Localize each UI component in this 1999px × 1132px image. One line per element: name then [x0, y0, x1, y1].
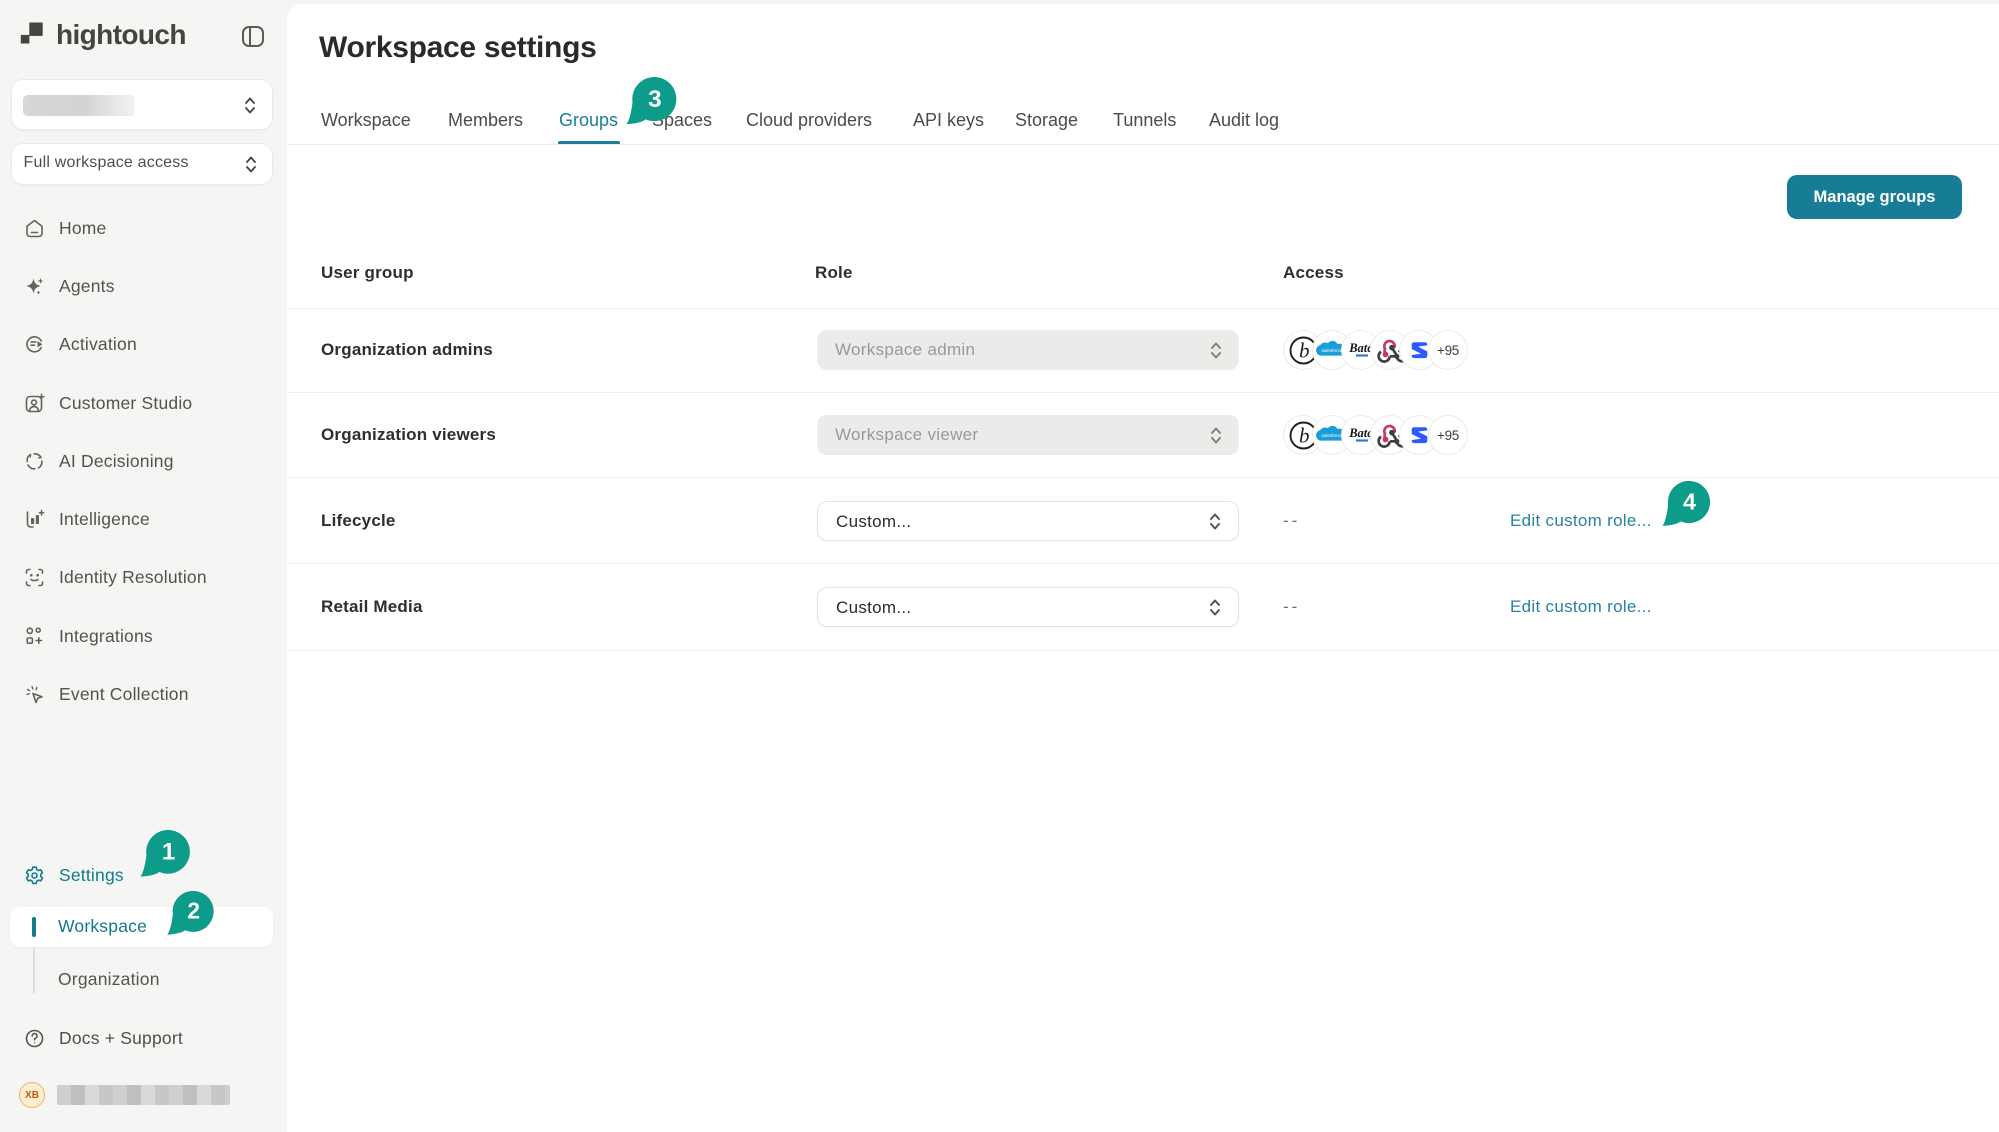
svg-text:salesforce: salesforce — [1322, 347, 1343, 352]
svg-text:b: b — [1299, 423, 1310, 447]
svg-text:b: b — [1299, 338, 1310, 362]
svg-text:3: 3 — [648, 86, 662, 113]
svg-text:salesforce: salesforce — [1322, 432, 1343, 437]
svg-text:4: 4 — [1683, 489, 1696, 515]
svg-text:1: 1 — [162, 838, 175, 865]
svg-text:2: 2 — [188, 897, 201, 923]
